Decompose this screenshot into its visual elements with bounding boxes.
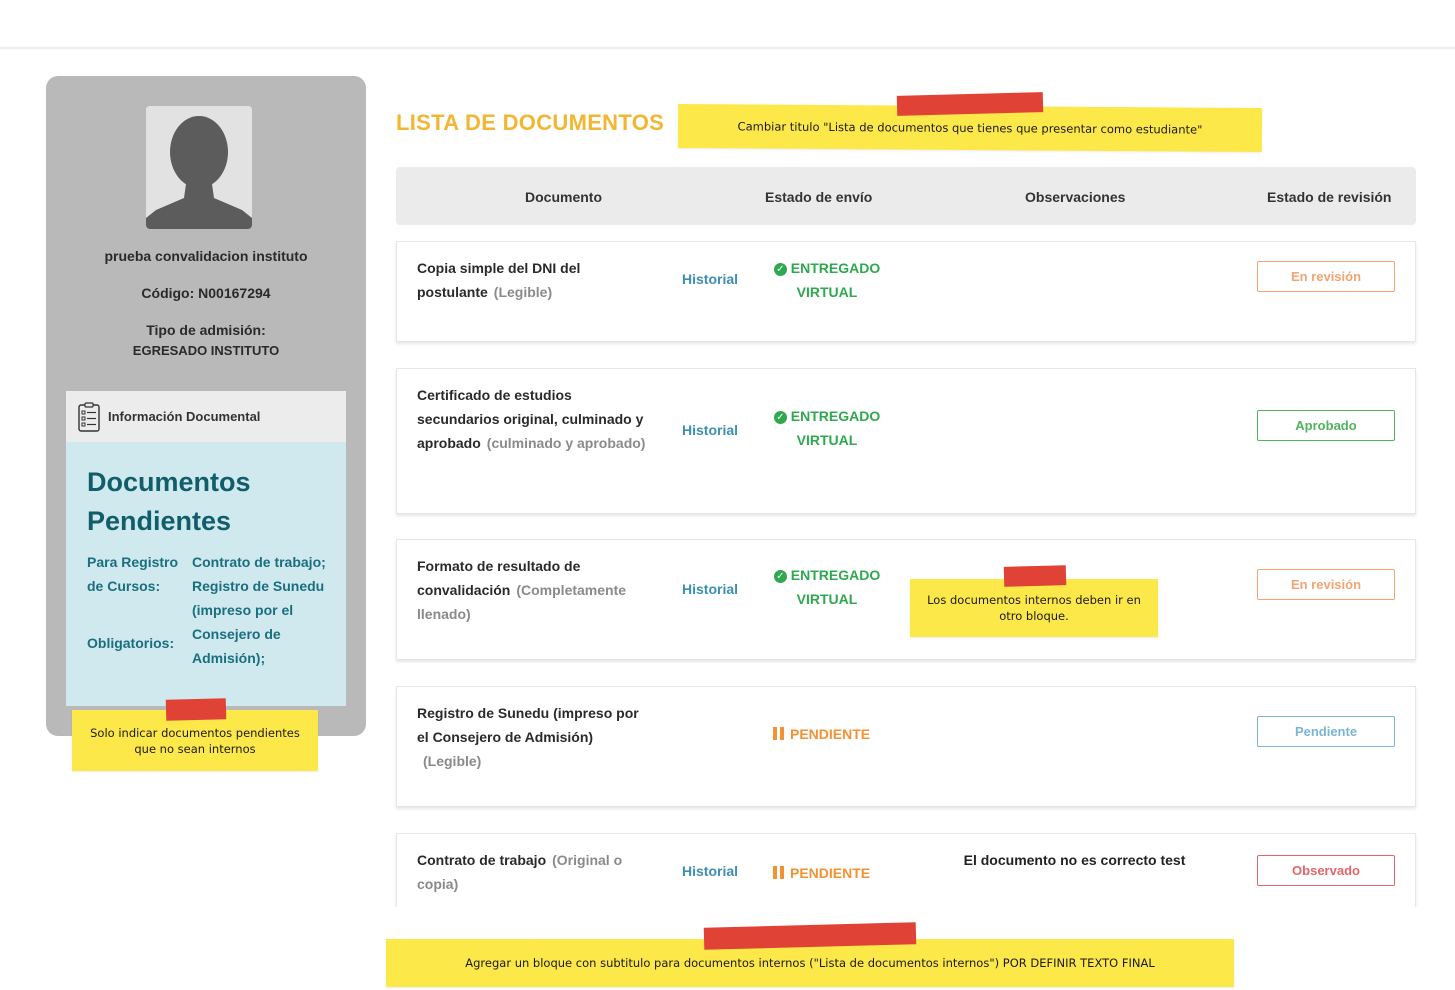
send-status: ✓ ENTREGADO VIRTUAL <box>767 256 887 304</box>
check-circle-icon: ✓ <box>773 263 787 276</box>
column-header-document: Documento <box>525 189 602 205</box>
tape-title <box>896 92 1044 116</box>
column-header-observations: Observaciones <box>1025 189 1126 205</box>
column-header-review-status: Estado de revisión <box>1267 189 1392 205</box>
review-status-badge[interactable]: Observado <box>1257 855 1395 886</box>
check-circle-icon: ✓ <box>773 411 787 424</box>
document-note: (Legible) <box>493 284 553 300</box>
table-header: Documento Estado de envío Observaciones … <box>396 167 1416 225</box>
user-silhouette-icon <box>146 106 252 229</box>
pending-bars-icon <box>773 727 785 740</box>
info-panel-title: Información Documental <box>108 409 261 424</box>
document-name: Formato de resultado de convalidación (Co… <box>417 558 627 622</box>
table-row: Copia simple del DNI del postulante (Legi… <box>396 241 1416 342</box>
pending-documents-title: Documentos Pendientes <box>87 467 251 536</box>
registro-cursos-label: Para Registro de Cursos: <box>87 554 179 594</box>
table-row: Formato de resultado de convalidación (Co… <box>396 539 1416 660</box>
student-profile-card: prueba convalidacion instituto Código: N… <box>46 76 366 736</box>
history-link[interactable]: Historial <box>682 863 738 879</box>
review-status-badge[interactable]: Aprobado <box>1257 410 1395 441</box>
review-status-badge[interactable]: Pendiente <box>1257 716 1395 747</box>
document-name: Copia simple del DNI del postulante (Legi… <box>417 260 581 300</box>
document-note: (Legible) <box>423 753 482 769</box>
sticky-note-internal-docs: Los documentos internos deben ir en otro… <box>910 579 1158 637</box>
history-link[interactable]: Historial <box>682 422 738 438</box>
admission-type-label: Tipo de admisión: <box>146 322 266 338</box>
observation-text: El documento no es correcto test <box>963 852 1186 868</box>
document-name: Certificado de estudios secundarios orig… <box>417 387 646 451</box>
avatar <box>146 106 252 229</box>
send-status: PENDIENTE <box>773 726 870 742</box>
pending-documents-panel: Documentos Pendientes Para Registro de C… <box>66 442 346 706</box>
obligatorios-label: Obligatorios: <box>87 635 175 651</box>
column-header-send-status: Estado de envío <box>765 189 873 205</box>
top-navbar <box>0 0 1455 49</box>
send-status: ✓ ENTREGADO VIRTUAL <box>767 563 887 611</box>
info-panel-header: Información Documental <box>66 391 346 442</box>
clipboard-checklist-icon <box>78 401 100 432</box>
review-status-badge[interactable]: En revisión <box>1257 261 1395 292</box>
send-status: PENDIENTE <box>773 865 870 881</box>
table-row: Certificado de estudios secundarios orig… <box>396 368 1416 514</box>
send-status: ✓ ENTREGADO VIRTUAL <box>767 404 887 452</box>
document-note: (culminado y aprobado) <box>486 435 646 451</box>
student-name: prueba convalidacion instituto <box>104 248 308 264</box>
student-code: Código: N00167294 <box>141 285 271 301</box>
review-status-badge[interactable]: En revisión <box>1257 569 1395 600</box>
admission-type-value: EGRESADO INSTITUTO <box>132 343 280 358</box>
history-link[interactable]: Historial <box>682 271 738 287</box>
page-title: LISTA DE DOCUMENTOS <box>396 110 665 135</box>
table-row: Registro de Sunedu (impreso por el Conse… <box>396 686 1416 807</box>
document-name: Registro de Sunedu (impreso por el Conse… <box>417 705 639 769</box>
pending-bars-icon <box>773 866 785 879</box>
pending-documents-list: Contrato de trabajo; Registro de Sunedu … <box>192 554 326 666</box>
history-link[interactable]: Historial <box>682 581 738 597</box>
check-circle-icon: ✓ <box>773 570 787 583</box>
tape-internal-docs <box>1003 565 1067 587</box>
document-name: Contrato de trabajo (Original o copia) <box>417 852 623 892</box>
tape-sidebar <box>165 698 227 721</box>
